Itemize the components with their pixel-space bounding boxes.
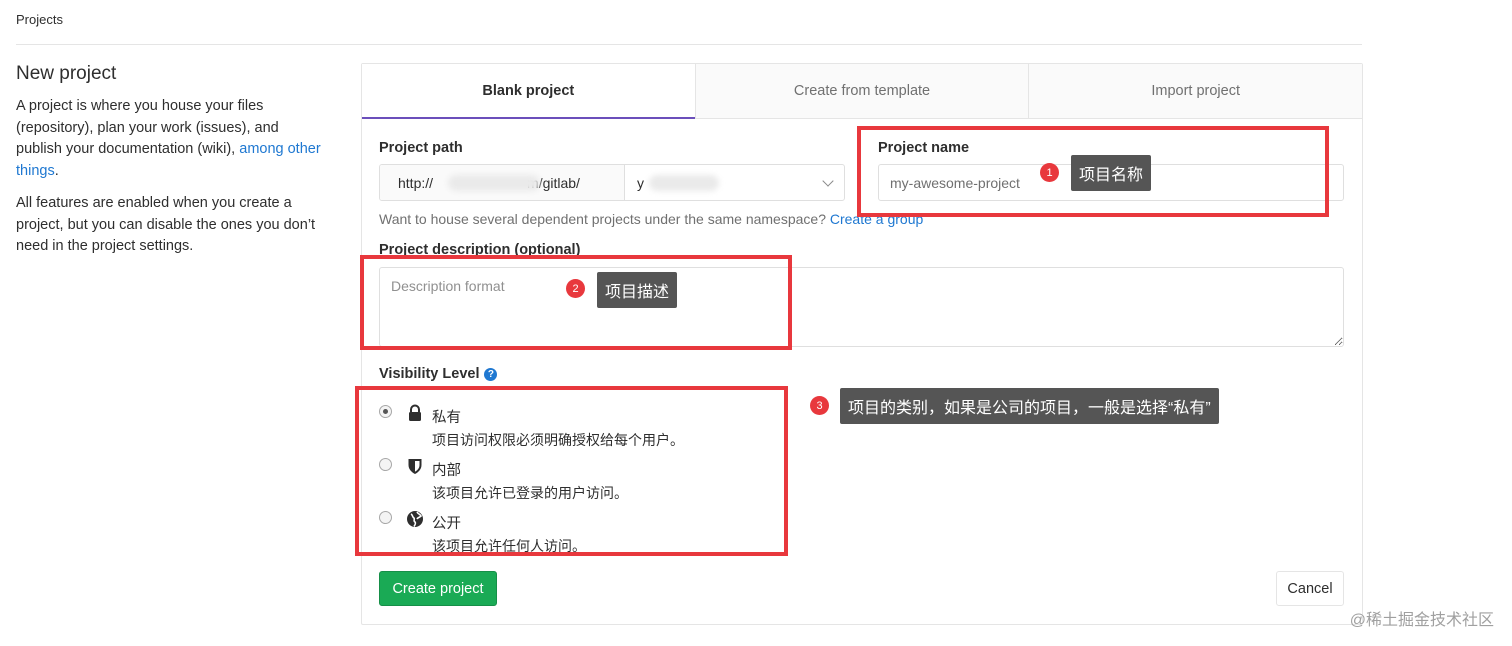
annotation-badge-2: 2 [566,279,585,298]
annotation-callout-3: 项目的类别，如果是公司的项目，一般是选择“私有” [840,388,1219,424]
visibility-level-text: Visibility Level [379,366,480,382]
visibility-level-label: Visibility Level ? [379,366,498,382]
intro-paragraph-1: A project is where you house your files … [16,96,326,182]
project-path-prefix: http:// m/gitlab/ [380,165,625,200]
tab-blank-project[interactable]: Blank project [362,64,695,119]
help-icon[interactable]: ? [484,367,498,381]
header-divider [16,44,1362,45]
annotation-box-visibility [355,386,788,556]
project-path-group: http:// m/gitlab/ y [379,164,845,201]
path-prefix-start: http:// [398,174,434,191]
project-tabs: Blank project Create from template Impor… [362,64,1363,119]
watermark: @稀土掘金技术社区 [1349,612,1494,629]
intro-period: . [54,162,59,179]
breadcrumb[interactable]: Projects [16,12,63,27]
annotation-callout-2: 项目描述 [597,272,678,308]
namespace-value: y [637,174,644,191]
redacted-namespace [649,175,719,191]
annotation-badge-1: 1 [1040,163,1059,182]
redacted-host [448,175,540,191]
group-hint: Want to house several dependent projects… [379,211,923,227]
annotation-badge-3: 3 [810,396,829,415]
project-path-label: Project path [379,140,463,156]
namespace-select[interactable]: y [625,165,844,200]
chevron-down-icon [822,174,834,187]
group-hint-text: Want to house several dependent projects… [379,211,830,227]
cancel-button[interactable]: Cancel [1276,571,1344,606]
create-project-button[interactable]: Create project [379,571,497,606]
tab-create-from-template[interactable]: Create from template [694,64,1029,119]
tab-import-project[interactable]: Import project [1028,64,1363,119]
intro-paragraph-2: All features are enabled when you create… [16,195,316,254]
annotation-box-description [360,255,792,350]
annotation-callout-1: 项目名称 [1071,155,1152,191]
page-title: New project [16,63,117,84]
